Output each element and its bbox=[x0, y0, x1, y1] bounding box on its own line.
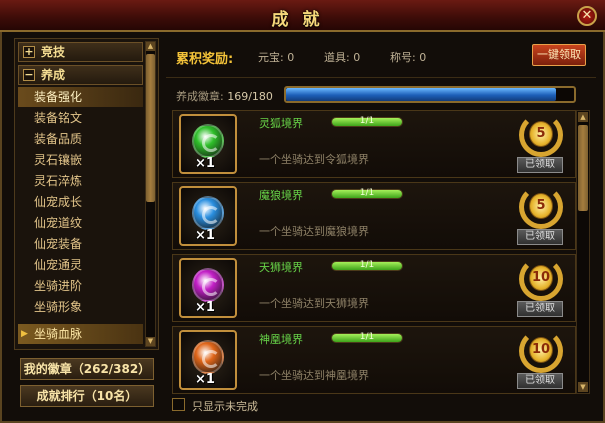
achievement-progress-text: 1/1 bbox=[359, 332, 375, 342]
scroll-down-icon[interactable]: ▼ bbox=[146, 337, 155, 346]
sidebar-item[interactable]: 装备品质 bbox=[18, 129, 143, 149]
collect-all-button[interactable]: 一键领取 bbox=[532, 44, 586, 66]
achievement-description: 一个坐骑达到魔狼境界 bbox=[259, 225, 369, 238]
sidebar-item-label: 坐骑血脉 bbox=[34, 327, 83, 341]
badge-progress-fill bbox=[286, 88, 557, 101]
show-incomplete-checkbox[interactable] bbox=[172, 398, 185, 411]
achievement-progress-text: 1/1 bbox=[359, 116, 375, 126]
achievement-row: ×1 灵狐境界 1/1 一个坐骑达到令狐境界 5 已领取 bbox=[172, 110, 576, 178]
accumulated-rewards: 累积奖励: 元宝: 0 道具: 0 称号: 0 一键领取 bbox=[166, 38, 598, 74]
sidebar-item[interactable]: 仙宠成长 bbox=[18, 192, 143, 212]
achievement-row: ×1 神凰境界 1/1 一个坐骑达到神凰境界 10 已领取 bbox=[172, 326, 576, 394]
item-quantity: ×1 bbox=[195, 228, 215, 243]
sidebar-item[interactable]: 灵石镶嵌 bbox=[18, 150, 143, 170]
divider bbox=[166, 77, 596, 78]
achievement-progress-text: 1/1 bbox=[359, 260, 375, 270]
badge-progress-bar bbox=[284, 86, 576, 103]
reward-item-slot[interactable]: ×1 bbox=[179, 114, 237, 174]
window-title: 成就 bbox=[271, 10, 334, 30]
achievement-name: 魔狼境界 bbox=[259, 189, 303, 202]
medal-orb-icon bbox=[192, 124, 224, 158]
close-button[interactable]: ✕ bbox=[577, 6, 597, 26]
sidebar-item[interactable]: 仙宠通灵 bbox=[18, 255, 143, 275]
category-label: 养成 bbox=[41, 68, 66, 82]
badge-label-text: 养成徽章: bbox=[176, 90, 224, 103]
medal-orb-icon bbox=[192, 196, 224, 230]
sidebar-item[interactable]: 仙宠道纹 bbox=[18, 213, 143, 233]
title-reward: 称号: 0 bbox=[390, 51, 427, 64]
medal-icon: 10 bbox=[517, 257, 565, 301]
medal-points: 10 bbox=[529, 337, 553, 363]
medal-points: 5 bbox=[529, 193, 553, 219]
badge-progress-label: 养成徽章: 169/180 bbox=[176, 88, 273, 104]
item-quantity: ×1 bbox=[195, 300, 215, 315]
achievement-name: 天狮境界 bbox=[259, 261, 303, 274]
reward-item-slot[interactable]: ×1 bbox=[179, 258, 237, 318]
my-badges-button[interactable]: 我的徽章（262/382） bbox=[20, 358, 154, 380]
badge-progress-value: 169/180 bbox=[227, 90, 273, 103]
ranking-button[interactable]: 成就排行（10名） bbox=[20, 385, 154, 407]
achievement-row: ×1 魔狼境界 1/1 一个坐骑达到魔狼境界 5 已领取 bbox=[172, 182, 576, 250]
item-quantity: ×1 bbox=[195, 372, 215, 387]
sidebar-item-selected[interactable]: ▶ 坐骑血脉 bbox=[18, 324, 143, 344]
achievement-description: 一个坐骑达到神凰境界 bbox=[259, 369, 369, 382]
rewards-label: 累积奖励: bbox=[176, 52, 234, 67]
collected-button[interactable]: 已领取 bbox=[517, 373, 563, 389]
achievement-progress-text: 1/1 bbox=[359, 188, 375, 198]
sidebar-item[interactable]: 装备强化 bbox=[18, 87, 143, 107]
scroll-up-icon[interactable]: ▲ bbox=[146, 42, 155, 51]
yuanbao-reward: 元宝: 0 bbox=[258, 51, 295, 64]
achievement-name: 灵狐境界 bbox=[259, 117, 303, 130]
list-scrollbar[interactable]: ▲ ▼ bbox=[576, 110, 590, 394]
category-yangcheng[interactable]: − 养成 bbox=[18, 65, 143, 85]
medal-icon: 10 bbox=[517, 329, 565, 373]
item-quantity: ×1 bbox=[195, 156, 215, 171]
category-label: 竞技 bbox=[41, 45, 66, 59]
item-reward: 道具: 0 bbox=[324, 51, 361, 64]
achievement-list: ×1 灵狐境界 1/1 一个坐骑达到令狐境界 5 已领取 ×1 魔狼境界 1/1… bbox=[172, 110, 576, 394]
scroll-thumb[interactable] bbox=[146, 54, 155, 202]
collected-button[interactable]: 已领取 bbox=[517, 301, 563, 317]
medal-points: 10 bbox=[529, 265, 553, 291]
sidebar-item[interactable]: 仙宠装备 bbox=[18, 234, 143, 254]
medal-icon: 5 bbox=[517, 113, 565, 157]
medal-orb-icon bbox=[192, 340, 224, 374]
sidebar-item[interactable]: 装备铭文 bbox=[18, 108, 143, 128]
achievement-panel: 累积奖励: 元宝: 0 道具: 0 称号: 0 一键领取 养成徽章: 169/1… bbox=[166, 38, 598, 416]
category-jingji[interactable]: + 竞技 bbox=[18, 42, 143, 62]
selected-arrow-icon: ▶ bbox=[21, 329, 28, 339]
achievement-progress-bar: 1/1 bbox=[331, 188, 403, 199]
medal-icon: 5 bbox=[517, 185, 565, 229]
achievement-progress-bar: 1/1 bbox=[331, 116, 403, 127]
medal-points: 5 bbox=[529, 121, 553, 147]
reward-item-slot[interactable]: ×1 bbox=[179, 330, 237, 390]
collapse-icon[interactable]: − bbox=[23, 69, 35, 81]
show-incomplete-label: 只显示未完成 bbox=[192, 400, 258, 413]
sidebar-item[interactable]: 坐骑进阶 bbox=[18, 276, 143, 296]
scroll-down-icon[interactable]: ▼ bbox=[578, 382, 588, 392]
achievement-row: ×1 天狮境界 1/1 一个坐骑达到天狮境界 10 已领取 bbox=[172, 254, 576, 322]
sidebar-scrollbar[interactable]: ▲ ▼ bbox=[145, 41, 156, 347]
category-sidebar: + 竞技 − 养成 装备强化 装备铭文 装备品质 灵石镶嵌 灵石淬炼 仙宠成长 … bbox=[14, 38, 159, 350]
scroll-up-icon[interactable]: ▲ bbox=[578, 112, 588, 122]
medal-orb-icon bbox=[192, 268, 224, 302]
achievement-name: 神凰境界 bbox=[259, 333, 303, 346]
sidebar-item[interactable]: 灵石淬炼 bbox=[18, 171, 143, 191]
achievement-progress-bar: 1/1 bbox=[331, 260, 403, 271]
badge-progress-row: 养成徽章: 169/180 bbox=[166, 82, 598, 106]
scroll-thumb[interactable] bbox=[578, 125, 588, 211]
collected-button[interactable]: 已领取 bbox=[517, 229, 563, 245]
collected-button[interactable]: 已领取 bbox=[517, 157, 563, 173]
achievement-description: 一个坐骑达到天狮境界 bbox=[259, 297, 369, 310]
title-bar: 成就 ✕ bbox=[0, 0, 605, 32]
expand-icon[interactable]: + bbox=[23, 46, 35, 58]
reward-item-slot[interactable]: ×1 bbox=[179, 186, 237, 246]
achievement-progress-bar: 1/1 bbox=[331, 332, 403, 343]
sidebar-item[interactable]: 坐骑形象 bbox=[18, 297, 143, 317]
achievement-description: 一个坐骑达到令狐境界 bbox=[259, 153, 369, 166]
